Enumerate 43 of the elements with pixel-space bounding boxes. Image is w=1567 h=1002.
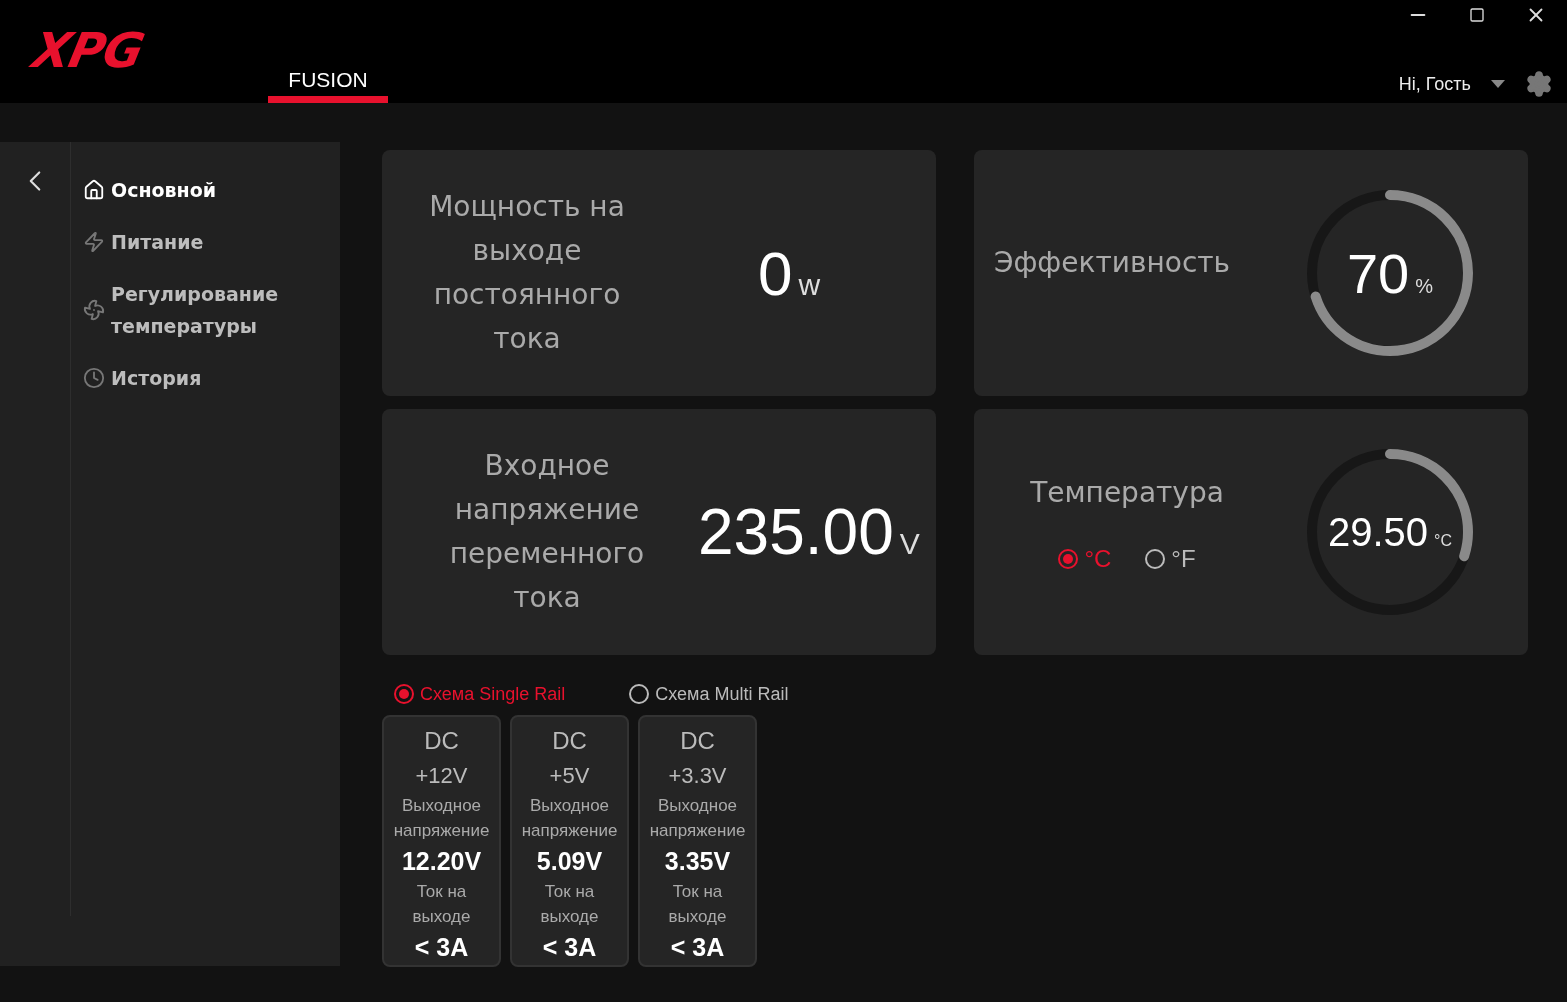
gauge-reading: 70%: [1346, 240, 1434, 306]
rail-name: +5V: [549, 762, 590, 790]
sidebar-item[interactable]: История: [83, 362, 303, 394]
sidebar-item[interactable]: Регулирование температуры: [83, 278, 303, 342]
lightning-icon: [83, 231, 105, 253]
unit-radio[interactable]: °F: [1145, 545, 1196, 573]
voltage-value: 12.20V: [401, 846, 482, 877]
caret-icon[interactable]: [1491, 80, 1505, 88]
metric-value: 235.00 V: [698, 495, 920, 569]
rail-type: DC: [680, 726, 715, 756]
metric-value: 0 w: [758, 237, 821, 309]
rail-mode-radio[interactable]: Схема Single Rail: [394, 673, 566, 715]
current-value: < 3A: [542, 932, 597, 963]
settings-icon[interactable]: [1525, 70, 1553, 98]
sidebar-item[interactable]: Питание: [83, 226, 303, 258]
metric-label: Входное напряжение переменного тока: [448, 448, 646, 616]
brand-logo: XPG: [28, 22, 149, 78]
maximize-icon[interactable]: [1469, 7, 1485, 23]
nav-tab[interactable]: FUSION: [268, 63, 388, 103]
rail-name: +12V: [415, 762, 468, 790]
gauge-label: Температура: [1029, 475, 1225, 511]
gauge-reading: 29.50°C: [1327, 509, 1453, 555]
fan-icon: [83, 299, 105, 321]
current-label: Ток на выходе: [539, 881, 600, 928]
rail-type: DC: [424, 726, 459, 756]
rail-type: DC: [552, 726, 587, 756]
voltage-value: 3.35V: [664, 846, 731, 877]
clock-icon: [83, 367, 105, 389]
gauge-label: Эффективность: [992, 245, 1232, 281]
voltage-value: 5.09V: [536, 846, 603, 877]
metric-label: Мощность на выходе постоянного тока: [428, 189, 626, 357]
voltage-label: Выходное напряжение: [520, 795, 619, 842]
current-label: Ток на выходе: [667, 881, 728, 928]
rail-mode-radio[interactable]: Схема Multi Rail: [629, 673, 789, 715]
rail-name: +3.3V: [668, 762, 727, 790]
voltage-label: Выходное напряжение: [392, 795, 491, 842]
current-label: Ток на выходе: [411, 881, 472, 928]
sidebar-item[interactable]: Основной: [83, 174, 303, 206]
user-greeting[interactable]: Hi, Гость: [1398, 73, 1471, 95]
current-value: < 3A: [670, 932, 725, 963]
current-value: < 3A: [414, 932, 469, 963]
home-icon: [83, 179, 105, 201]
voltage-label: Выходное напряжение: [648, 795, 747, 842]
